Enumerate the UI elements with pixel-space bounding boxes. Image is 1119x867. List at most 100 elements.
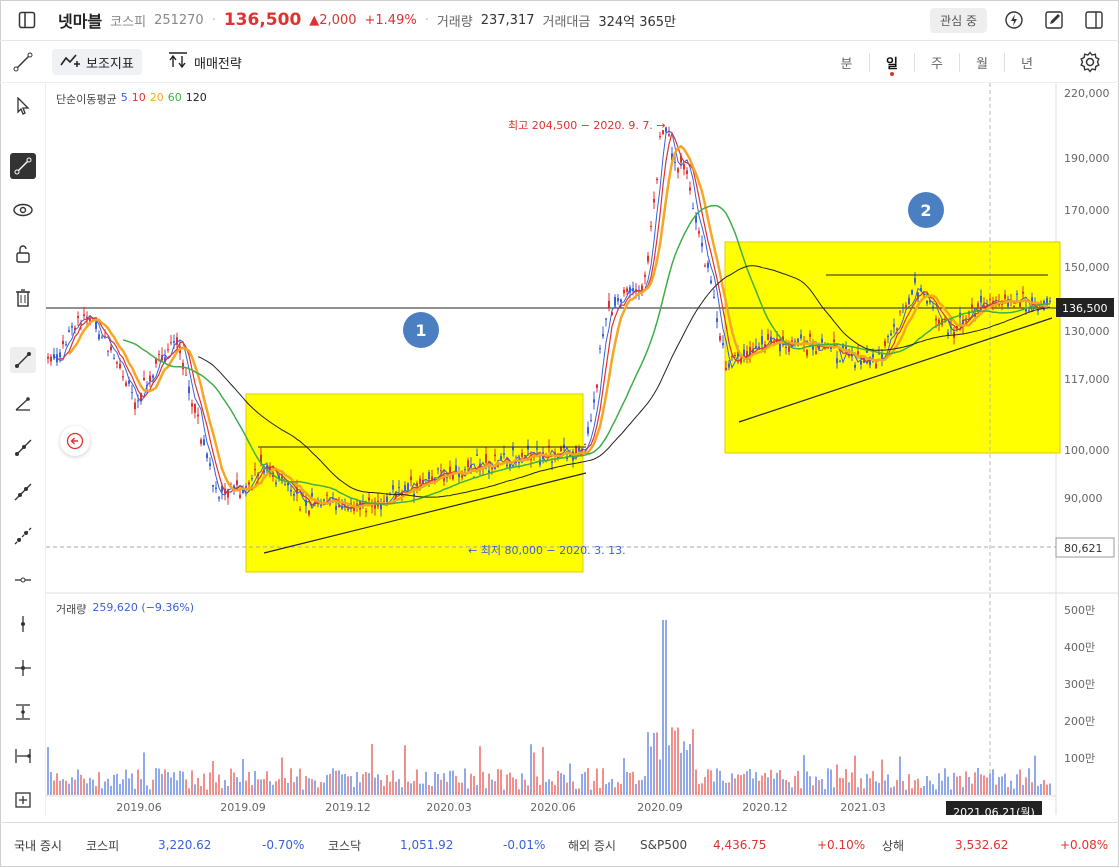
candle-body	[323, 499, 325, 501]
candle-body	[791, 340, 793, 342]
line-tool-infinite-icon[interactable]	[10, 153, 36, 179]
volume-bar	[524, 779, 526, 795]
candle-body	[626, 288, 628, 292]
candle-body	[821, 338, 823, 343]
candle-body	[734, 354, 736, 356]
price-range-icon[interactable]	[10, 699, 36, 725]
date-range-icon[interactable]	[10, 743, 36, 769]
candle-body	[251, 478, 253, 480]
candle-body	[980, 295, 982, 303]
volume-bar	[167, 772, 169, 795]
crosshair-icon[interactable]	[10, 655, 36, 681]
volume-bar	[164, 769, 166, 795]
volume-bar	[563, 774, 565, 795]
volume-bar	[230, 768, 232, 795]
back-arrow-icon[interactable]	[60, 426, 90, 456]
edit-icon[interactable]	[1041, 7, 1067, 33]
candle-body	[101, 336, 103, 338]
lightning-icon[interactable]	[1001, 7, 1027, 33]
eye-icon[interactable]	[10, 197, 36, 223]
chart-toolbar: 보조지표 매매전략 분일주월년	[0, 41, 1119, 83]
volume-bar	[728, 782, 730, 795]
chart-area[interactable]: 220,000 190,000 170,000 150,000 130,000 117,0…	[46, 83, 1119, 821]
watchlist-button[interactable]: 관심 중	[930, 7, 987, 33]
strategy-button[interactable]: 매매전략	[160, 49, 250, 75]
candle-body	[428, 472, 430, 480]
volume-bar	[485, 788, 487, 795]
candle-body	[812, 346, 814, 350]
candle-body	[173, 341, 175, 343]
settings-gear-icon[interactable]	[1077, 49, 1103, 75]
indicator-button[interactable]: 보조지표	[52, 49, 142, 75]
trash-icon[interactable]	[10, 285, 36, 311]
parallel-line-icon[interactable]	[10, 523, 36, 549]
volume-bar	[722, 780, 724, 795]
period-tab[interactable]: 일	[869, 53, 914, 76]
candle-body	[386, 496, 388, 502]
shanghai-name[interactable]: 상해	[882, 837, 904, 854]
period-tab[interactable]: 월	[959, 53, 1004, 72]
volume-bar	[641, 779, 643, 795]
candle-body	[851, 355, 853, 357]
high-price-annotation: 최고 204,500 − 2020. 9. 7. →	[508, 119, 666, 132]
trend-line-icon[interactable]	[10, 347, 36, 373]
extended-line-icon[interactable]	[10, 479, 36, 505]
cursor-arrow-icon[interactable]	[10, 93, 36, 119]
sidebar-toggle-icon[interactable]	[14, 7, 40, 33]
candle-body	[902, 307, 904, 309]
period-tab[interactable]: 년	[1004, 53, 1049, 72]
draw-line-icon[interactable]	[10, 49, 36, 75]
candle-body	[368, 497, 370, 501]
volume-bar	[248, 772, 250, 795]
candle-body	[716, 318, 718, 322]
volume-bar	[974, 772, 976, 795]
volume-bar	[809, 776, 811, 795]
price-change: ▲2,000	[309, 13, 356, 28]
volume-bar	[545, 781, 547, 795]
price-axis-tick: 220,000	[1064, 87, 1110, 100]
volume-bar	[887, 774, 889, 795]
volume-bar	[185, 779, 187, 795]
candle-body	[590, 420, 592, 422]
period-tab[interactable]: 주	[914, 53, 959, 72]
volume-bar	[1046, 784, 1048, 795]
volume-bar	[668, 745, 670, 795]
volume-bar	[893, 786, 895, 795]
volume-bar	[632, 771, 634, 795]
volume-bar	[680, 752, 682, 795]
candle-body	[326, 494, 328, 496]
kospi-name[interactable]: 코스피	[86, 837, 119, 854]
volume-bar	[848, 782, 850, 795]
volume-bar	[818, 780, 820, 795]
add-drawing-icon[interactable]	[10, 787, 36, 813]
price-chart-svg[interactable]: 220,000190,000170,000150,000130,000117,0…	[46, 83, 1119, 821]
volume-bar	[380, 780, 382, 795]
candle-body	[707, 262, 709, 268]
volume-bar	[710, 770, 712, 795]
split-view-icon[interactable]	[1081, 7, 1107, 33]
candle-body	[722, 343, 724, 346]
period-tab[interactable]: 분	[824, 53, 869, 72]
vertical-line-icon[interactable]	[10, 611, 36, 637]
volume-bar	[962, 787, 964, 795]
unlock-icon[interactable]	[10, 241, 36, 267]
volume-bar	[293, 782, 295, 795]
candle-body	[137, 400, 139, 402]
current-price-tag: 136,500	[1062, 302, 1108, 315]
angle-line-icon[interactable]	[10, 391, 36, 417]
volume-bar	[734, 778, 736, 795]
volume-bar	[377, 774, 379, 795]
ray-line-icon[interactable]	[10, 435, 36, 461]
candle-body	[674, 161, 676, 163]
candle-body	[335, 506, 337, 510]
sp500-name[interactable]: S&P500	[640, 838, 687, 852]
candle-body	[677, 168, 679, 173]
price-axis-tick: 100,000	[1064, 444, 1110, 457]
horizontal-line-icon[interactable]	[10, 567, 36, 593]
volume-bar	[782, 779, 784, 795]
kosdaq-name[interactable]: 코스닥	[328, 837, 361, 854]
volume-bar	[626, 771, 628, 795]
volume-bar	[428, 785, 430, 795]
volume-bar	[779, 770, 781, 795]
volume-bar	[398, 779, 400, 795]
